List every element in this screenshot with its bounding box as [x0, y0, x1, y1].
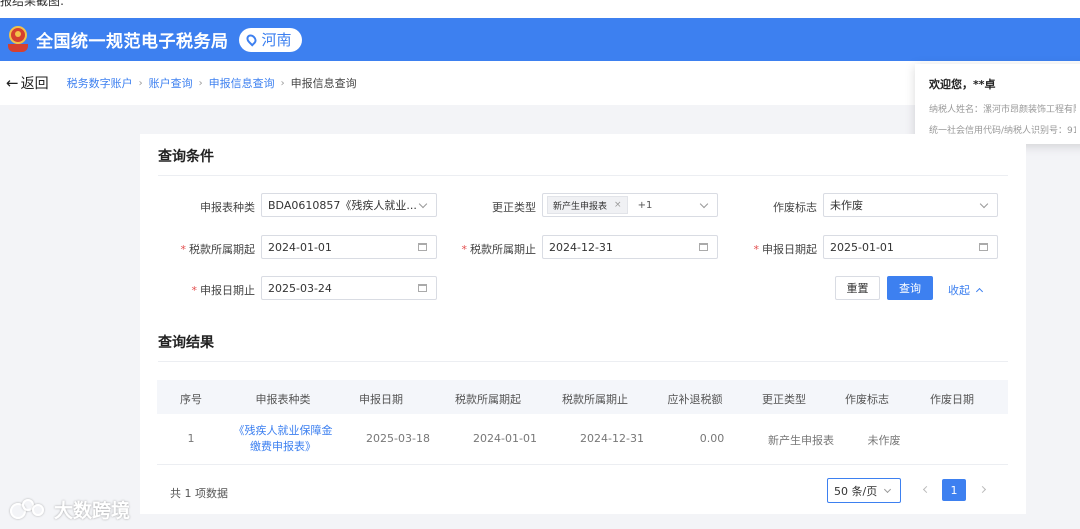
void-flag-label: 作废标志 [773, 201, 817, 214]
more-tags-count: +1 [637, 199, 653, 211]
region-label: 河南 [261, 31, 292, 49]
report-type-label: 申报表种类 [200, 201, 255, 214]
column-header: 税款所属期止 [562, 393, 628, 406]
correction-type-label: 更正类型 [492, 201, 536, 214]
column-header: 序号 [180, 393, 202, 406]
chevron-up-icon [975, 287, 984, 296]
back-label: 返回 [20, 76, 49, 92]
next-page-icon[interactable] [978, 485, 987, 494]
period-start-label: * 税款所属期起 [180, 243, 256, 256]
report-date-start-picker[interactable]: 2025-01-01 [823, 235, 998, 259]
chevron-right-icon: › [198, 77, 203, 89]
search-button[interactable]: 查询 [887, 276, 933, 300]
void-flag-value: 未作废 [830, 199, 863, 212]
correction-type-tag[interactable]: 新产生申报表 × [547, 196, 628, 214]
column-header: 申报日期 [359, 393, 403, 406]
page-caption: 报结果截图: [0, 0, 1080, 18]
watermark-logo-icon [8, 498, 48, 521]
cell-index: 1 [187, 432, 195, 445]
column-header: 申报表种类 [255, 393, 311, 406]
report-date-start-label: * 申报日期起 [753, 243, 818, 256]
divider [158, 175, 1008, 176]
welcome-title: 欢迎您，**卓 [929, 78, 996, 91]
calendar-icon [418, 284, 427, 292]
breadcrumb-item-digital-account[interactable]: 税务数字账户 [67, 75, 133, 91]
period-end-label: * 税款所属期止 [461, 243, 537, 256]
welcome-popover: 欢迎您，**卓 纳税人姓名：漯河市昂颜装饰工程有限 统一社会信用代码/纳税人识别… [915, 64, 1080, 144]
period-start-value: 2024-01-01 [268, 240, 332, 254]
reset-button[interactable]: 重置 [835, 276, 880, 300]
column-header: 税款所属期起 [455, 393, 521, 406]
region-selector[interactable]: 河南 [238, 27, 302, 52]
query-section-title: 查询条件 [158, 149, 214, 165]
total-count: 共 1 项数据 [170, 487, 228, 500]
taxpayer-name: 纳税人姓名：漯河市昂颜装饰工程有限 [929, 105, 1076, 115]
results-section-title: 查询结果 [158, 335, 214, 351]
back-button[interactable]: ← 返回 [6, 73, 49, 93]
prev-page-icon[interactable] [922, 485, 931, 494]
cell-void-flag: 未作废 [867, 434, 901, 447]
required-mark: * [180, 243, 187, 256]
watermark: 大数跨境 [8, 496, 130, 523]
cell-period-start: 2024-01-01 [473, 432, 537, 445]
cell-period-end: 2024-12-31 [580, 432, 644, 445]
page-number-current[interactable]: 1 [942, 479, 966, 501]
void-flag-select[interactable]: 未作废 [823, 193, 998, 217]
chevron-right-icon: › [138, 77, 143, 89]
chevron-down-icon [979, 199, 989, 208]
divider [158, 361, 1008, 362]
query-card: 查询条件 申报表种类 BDA0610857《残疾人就业... 更正类型 新产生申… [140, 134, 1026, 514]
cell-report-date: 2025-03-18 [366, 432, 430, 445]
required-mark: * [753, 243, 760, 256]
calendar-icon [699, 243, 708, 251]
divider [157, 464, 1008, 465]
report-date-end-value: 2025-03-24 [268, 281, 332, 295]
location-pin-icon [243, 32, 259, 47]
cell-tax-amount: 0.00 [699, 432, 725, 445]
report-type-value: BDA0610857《残疾人就业... [268, 199, 417, 212]
period-end-value: 2024-12-31 [549, 240, 613, 254]
cell-correction-type: 新产生申报表 [768, 434, 834, 447]
watermark-text: 大数跨境 [54, 500, 131, 522]
required-mark: * [191, 284, 198, 297]
page-size-select[interactable]: 50 条/页 [827, 478, 901, 503]
period-start-picker[interactable]: 2024-01-01 [261, 235, 437, 259]
breadcrumb: 税务数字账户 › 账户查询 › 申报信息查询 › 申报信息查询 [67, 75, 357, 91]
column-header: 更正类型 [762, 393, 806, 406]
calendar-icon [418, 243, 427, 251]
collapse-label: 收起 [948, 284, 970, 297]
correction-type-select[interactable]: 新产生申报表 × +1 [542, 193, 718, 217]
tax-emblem-icon [6, 25, 30, 54]
report-type-select[interactable]: BDA0610857《残疾人就业... [261, 193, 437, 217]
breadcrumb-item-account-query[interactable]: 账户查询 [149, 75, 193, 91]
required-mark: * [461, 243, 468, 256]
report-date-end-label: * 申报日期止 [191, 284, 256, 297]
period-end-picker[interactable]: 2024-12-31 [542, 235, 718, 259]
calendar-icon [979, 243, 988, 251]
site-header: 全国统一规范电子税务局 河南 [0, 18, 1080, 61]
chevron-right-icon: › [280, 77, 285, 89]
page-size-value: 50 条/页 [834, 484, 878, 498]
collapse-toggle[interactable]: 收起 [948, 282, 984, 298]
report-date-end-picker[interactable]: 2025-03-24 [261, 276, 437, 300]
column-header: 作废日期 [930, 393, 974, 406]
close-icon[interactable]: × [614, 200, 622, 210]
arrow-left-icon: ← [6, 74, 19, 92]
chevron-down-icon [699, 199, 709, 208]
tag-label: 新产生申报表 [553, 201, 608, 212]
breadcrumb-item-report-query[interactable]: 申报信息查询 [209, 75, 275, 91]
column-header: 作废标志 [845, 393, 889, 406]
chevron-down-icon [418, 199, 428, 208]
breadcrumb-item-current: 申报信息查询 [290, 77, 357, 90]
column-header: 应补退税额 [667, 393, 723, 406]
report-type-link[interactable]: 《残疾人就业保障金 缴费申报表》 [234, 423, 333, 455]
table-header: 序号 申报表种类 申报日期 税款所属期起 税款所属期止 应补退税额 更正类型 作… [157, 380, 1008, 414]
report-date-start-value: 2025-01-01 [830, 240, 894, 254]
chevron-down-icon [884, 485, 892, 493]
site-title: 全国统一规范电子税务局 [36, 32, 229, 52]
